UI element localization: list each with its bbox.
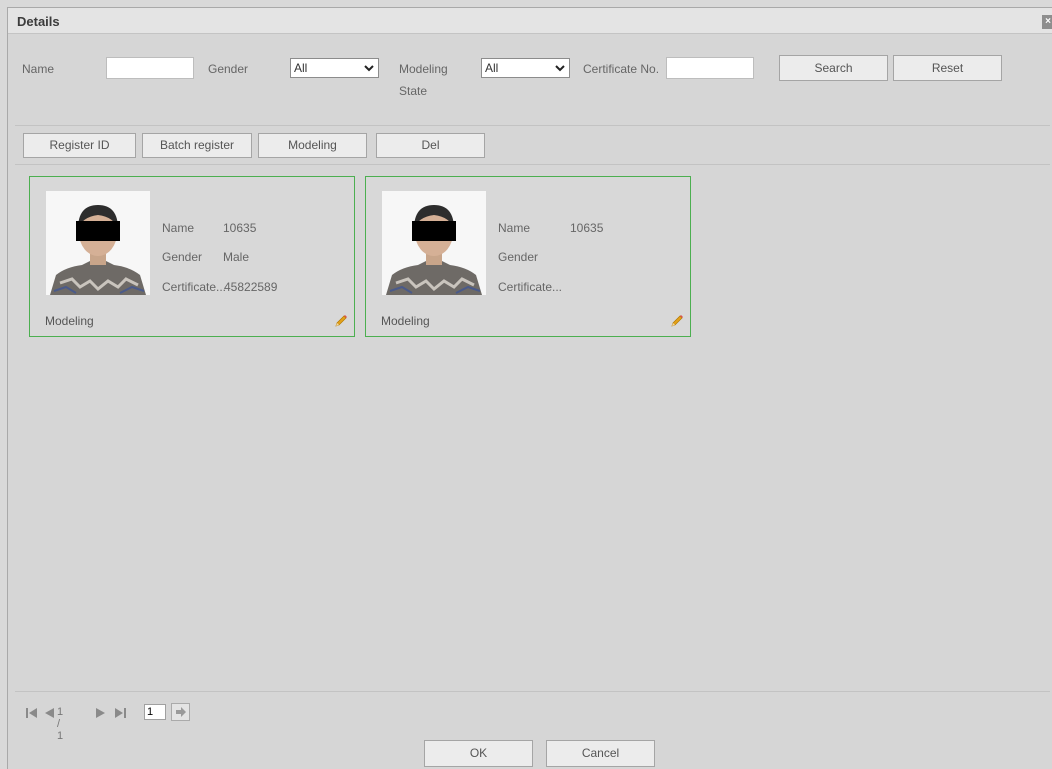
gender-filter-label: Gender bbox=[208, 62, 249, 76]
reset-button[interactable]: Reset bbox=[893, 55, 1002, 81]
person-photo-image bbox=[46, 191, 150, 295]
person-photo bbox=[382, 191, 486, 295]
certificate-filter-input[interactable] bbox=[666, 57, 754, 79]
dialog-titlebar: Details × bbox=[8, 8, 1052, 34]
register-id-button[interactable]: Register ID bbox=[23, 133, 136, 158]
filter-divider bbox=[15, 125, 1050, 126]
chevron-down-icon bbox=[364, 65, 374, 72]
name-filter-label: Name bbox=[22, 62, 55, 76]
details-dialog: Details × Name Gender All Modeling State… bbox=[7, 7, 1052, 769]
close-icon[interactable]: × bbox=[1042, 15, 1052, 29]
modeling-state-label-line2: State bbox=[399, 84, 428, 98]
pagination-divider bbox=[15, 691, 1050, 692]
modeling-button[interactable]: Modeling bbox=[258, 133, 367, 158]
person-card[interactable]: Name 10635 Gender Male Certificate... 45… bbox=[29, 176, 355, 337]
modeling-state-label-line1: Modeling bbox=[399, 62, 448, 76]
previous-page-icon[interactable] bbox=[45, 708, 54, 718]
last-page-icon[interactable] bbox=[115, 708, 126, 718]
person-photo bbox=[46, 191, 150, 295]
card-gender-label: Gender bbox=[162, 250, 203, 264]
pencil-icon[interactable] bbox=[670, 314, 684, 328]
card-certificate-label: Certificate... bbox=[498, 280, 563, 294]
del-button[interactable]: Del bbox=[376, 133, 485, 158]
gender-select[interactable]: All bbox=[290, 58, 379, 78]
card-certificate-label: Certificate... bbox=[162, 280, 227, 294]
card-name-label: Name bbox=[498, 221, 531, 235]
card-modeling-state: Modeling bbox=[45, 314, 94, 328]
pencil-icon[interactable] bbox=[334, 314, 348, 328]
card-name-label: Name bbox=[162, 221, 195, 235]
modeling-state-select[interactable]: All bbox=[481, 58, 570, 78]
dialog-title: Details bbox=[17, 14, 60, 29]
toolbar-divider bbox=[15, 164, 1050, 165]
cancel-button[interactable]: Cancel bbox=[546, 740, 655, 767]
chevron-down-icon bbox=[555, 65, 565, 72]
ok-button[interactable]: OK bbox=[424, 740, 533, 767]
go-arrow-icon bbox=[176, 707, 186, 717]
gender-select-value: All bbox=[294, 61, 308, 75]
card-name-value: 10635 bbox=[223, 221, 257, 235]
next-page-icon[interactable] bbox=[96, 708, 105, 718]
modeling-state-select-value: All bbox=[485, 61, 499, 75]
card-name-value: 10635 bbox=[570, 221, 604, 235]
page-info: 1 / 1 bbox=[57, 706, 64, 742]
card-modeling-state: Modeling bbox=[381, 314, 430, 328]
card-gender-value: Male bbox=[223, 250, 250, 264]
certificate-filter-label: Certificate No. bbox=[583, 62, 660, 76]
go-page-button[interactable] bbox=[171, 703, 190, 721]
card-gender-label: Gender bbox=[498, 250, 539, 264]
page-number-input[interactable] bbox=[144, 704, 166, 720]
batch-register-button[interactable]: Batch register bbox=[142, 133, 252, 158]
person-photo-image bbox=[382, 191, 486, 295]
search-button[interactable]: Search bbox=[779, 55, 888, 81]
person-card[interactable]: Name 10635 Gender Certificate... Modelin… bbox=[365, 176, 691, 337]
card-certificate-value: 45822589 bbox=[224, 280, 278, 294]
first-page-icon[interactable] bbox=[26, 708, 37, 718]
name-filter-input[interactable] bbox=[106, 57, 194, 79]
